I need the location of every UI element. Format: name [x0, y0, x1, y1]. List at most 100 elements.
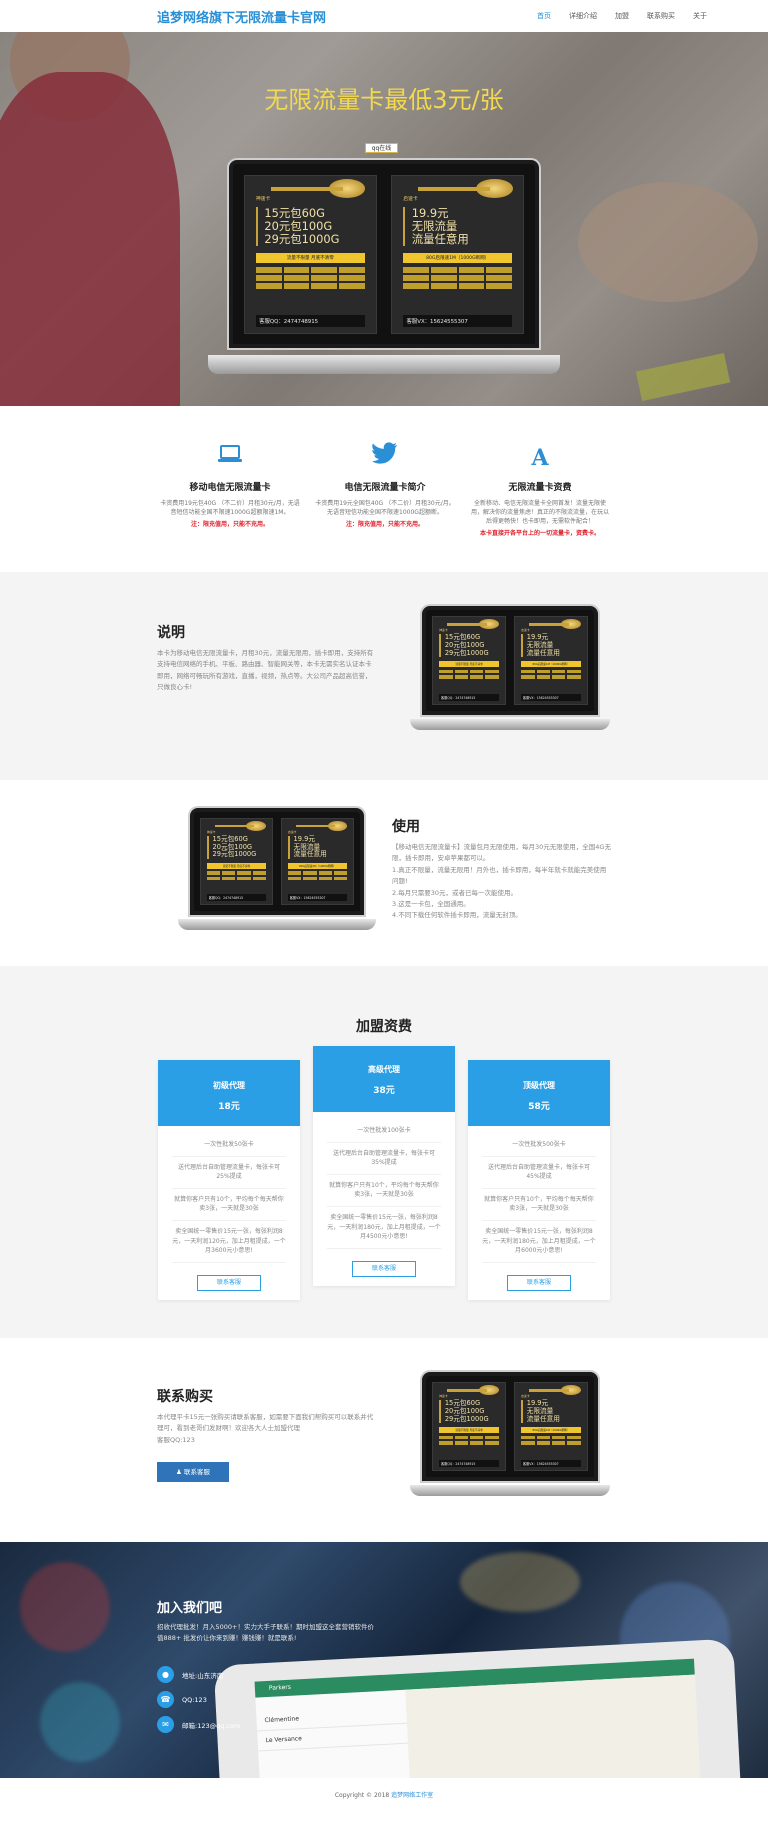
- card-right: 启速卡 19.9元 无限流量 流量任意用 80G后限速1M（1000G断网） 客…: [391, 174, 525, 334]
- plan-item: 一次性批发100张卡: [327, 1120, 441, 1143]
- card-tag: 流量不限量 月底不清零: [206, 862, 266, 869]
- card-grid: [521, 669, 581, 679]
- contact-buy-label: 联系客服: [183, 1468, 210, 1476]
- card-left: 神速卡 15元包60G 20元包100G 29元包1000G 流量不限量 月底不…: [243, 174, 377, 334]
- card-lines: 15元包60G 20元包100G 29元包1000G: [255, 205, 365, 247]
- about-text: 本卡为移动电信无限流量卡，月租30元，流量无限用，插卡即用，支持所有支持电信网络…: [157, 649, 374, 692]
- join-address-row: ● 地址:山东济南: [157, 1666, 223, 1683]
- card-grid: [521, 1435, 581, 1445]
- plan-price: 18元: [218, 1102, 240, 1112]
- card-grid: [255, 267, 365, 290]
- pricing-title: 加盟资费: [356, 1019, 412, 1035]
- contact-qq: 客服QQ:123: [157, 1435, 195, 1444]
- contact-service-button[interactable]: 联系客服: [352, 1260, 416, 1277]
- join-title: 加入我们吧: [157, 1601, 223, 1616]
- feature-title: 电信无限流量卡简介: [344, 483, 426, 493]
- card-contact: 客服QQ：2474748915: [255, 314, 365, 328]
- card-left: 神速卡 15元包60G 20元包100G 29元包1000G 流量不限量 月底不清零…: [432, 1382, 507, 1472]
- plan-item: 送代理后台自助管理流量卡，每张卡可35%提成: [327, 1143, 441, 1175]
- nav-item-details[interactable]: 详细介绍: [560, 11, 606, 21]
- card-line: 流量任意用: [293, 850, 327, 859]
- laptop-screen: 神速卡 15元包60G 20元包100G 29元包1000G 流量不限量 月底不清零…: [189, 808, 365, 916]
- card-contact: 客服QQ：2474748915: [439, 1459, 499, 1467]
- card-contact: 客服QQ：2474748915: [206, 894, 266, 902]
- contact-service-button[interactable]: 联系客服: [197, 1274, 261, 1291]
- card-lines: 19.9元 无限流量 流量任意用: [521, 634, 581, 658]
- card-contact: 客服VX：15624555307: [521, 1459, 581, 1467]
- join-address: 地址:山东济南: [182, 1671, 224, 1680]
- hero-laptop: 神速卡 15元包60G 20元包100G 29元包1000G 流量不限量 月底不…: [208, 160, 560, 374]
- card-line: 流量任意用: [411, 232, 469, 247]
- plan-premium: 顶级代理 58元 一次性批发500张卡 送代理后台自助管理流量卡，每张卡可45%…: [468, 1060, 610, 1300]
- feature-title: 移动电信无限流量卡: [189, 483, 271, 493]
- nav-item-join[interactable]: 加盟: [606, 11, 638, 21]
- bg-blob: [40, 1682, 120, 1762]
- card-tag: 流量不限量 月底不清零: [439, 1426, 499, 1434]
- feature-title: 无限流量卡资费: [508, 483, 572, 493]
- card-line: 29元包1000G: [212, 850, 257, 859]
- join-section: Parkers Clémentine Le Versance 加入我们吧 招收代…: [0, 1542, 768, 1778]
- about-section: 说明 本卡为移动电信无限流量卡，月租30元，流量无限用，插卡即用，支持所有支持电…: [0, 572, 768, 780]
- laptop-base: [178, 919, 376, 930]
- feature-note: 注：限充值用，只能不充用。: [345, 521, 424, 528]
- plan-item: 就算你客户只有10个，平均每个每天帮你卖3张，一天就是30张: [327, 1175, 441, 1207]
- feature-pricing: A 无限流量卡资费 全新移动、电信无限流量卡全网首发！流量无限使用，解决你的流量…: [465, 406, 615, 537]
- join-email-row: ✉ 邮箱:123@qq.com: [157, 1716, 240, 1733]
- plan-item: 送代理后台自助管理流量卡，每张卡可45%提成: [482, 1157, 596, 1189]
- nav-item-about[interactable]: 关于: [684, 11, 716, 21]
- site-logo[interactable]: 追梦网络旗下无限流量卡官网: [157, 7, 326, 26]
- ribbon-decor: [447, 623, 488, 626]
- nav-item-home[interactable]: 首页: [528, 11, 560, 21]
- card-grid: [439, 1435, 499, 1445]
- plan-advanced: 高级代理 38元 一次性批发100张卡 送代理后台自助管理流量卡，每张卡可35%…: [313, 1046, 455, 1286]
- card-line: 流量任意用: [526, 648, 560, 657]
- tablet-list: Clémentine Le Versance: [256, 1703, 408, 1752]
- plan-item: 送代理后台自助管理流量卡，每张卡可25%提成: [172, 1157, 286, 1189]
- card-contact: 客服VX：15624555307: [288, 894, 347, 902]
- main-nav: 首页 详细介绍 加盟 联系购买 关于: [528, 11, 716, 21]
- card-grid: [403, 267, 513, 290]
- feature-telecom: 电信无限流量卡简介 卡资费用19元全国包40G （不二价）月租30元/月。无语音…: [310, 406, 460, 528]
- join-qq-row: ☎ QQ:123: [157, 1691, 207, 1708]
- laptop-screen: 神速卡 15元包60G 20元包100G 29元包1000G 流量不限量 月底不清零…: [422, 606, 598, 716]
- card-grid: [439, 669, 499, 679]
- contact-desc: 本代理平卡15元一张购买请联系客服，如需要下面我们帮购买可以联系并代理可，看到老…: [157, 1413, 374, 1433]
- card-contact: 客服QQ：2474748915: [439, 693, 499, 701]
- nav-item-contact[interactable]: 联系购买: [638, 11, 684, 21]
- card-grid: [288, 871, 347, 881]
- phone-icon: ☎: [157, 1691, 174, 1708]
- card-right: 启速卡 19.9元 无限流量 流量任意用 80G后限速1M（1000G断网） 客服V…: [513, 616, 589, 706]
- qq-online-badge[interactable]: qq在线: [365, 143, 398, 153]
- usage-item: 2.每月只需要30元，或者已每一次能使用。: [392, 888, 517, 897]
- usage-item: 1.真正不限量，流量无限用！月外也，插卡即用，每半年就卡就能完美使用问题!: [392, 865, 607, 886]
- card-grid: [206, 871, 266, 881]
- card-tag: 80G后限速1M（1000G断网）: [288, 862, 347, 869]
- laptop-base: [410, 718, 610, 730]
- plan-header: 初级代理 18元: [158, 1060, 300, 1126]
- tablet-map: [405, 1674, 703, 1778]
- join-desc: 招收代理批发！月入5000+！实力大手子联系！期时加盟这全套营销软件价值888+…: [157, 1623, 374, 1643]
- ribbon-decor: [215, 824, 255, 828]
- ribbon-decor: [296, 824, 336, 828]
- usage-item: 4.不同下载任何软件插卡即用，流量无封顶。: [392, 911, 522, 920]
- tablet-app-name: Parkers: [268, 1683, 292, 1692]
- site-header: 追梦网络旗下无限流量卡官网 首页 详细介绍 加盟 联系购买 关于: [0, 0, 768, 32]
- plan-item: 一次性批发500张卡: [482, 1134, 596, 1157]
- feature-desc: 全新移动、电信无限流量卡全网首发！流量无限使用，解决你的流量焦虑！真正的不限流流…: [470, 500, 609, 525]
- plan-price: 38元: [373, 1086, 395, 1096]
- card-line: 15元包60G: [264, 205, 326, 220]
- join-qq: QQ:123: [182, 1695, 207, 1704]
- site-footer: Copyright © 2018 追梦网络工作室: [0, 1778, 768, 1814]
- card-lines: 15元包60G 20元包100G 29元包1000G: [206, 836, 266, 860]
- laptop-icon: [155, 440, 305, 476]
- bg-blob: [460, 1552, 580, 1612]
- plan-item: 就算你客户只有10个，平均每个每天帮你卖3张，一天就是30张: [482, 1189, 596, 1221]
- contact-buy-button[interactable]: ♟ 联系客服: [157, 1462, 229, 1482]
- letter-a-icon: A: [531, 445, 549, 471]
- plan-item: 卖全国统一零售价15元一张，每张利润8元，一天利润180元，加上月租提成，一个月…: [482, 1221, 596, 1263]
- card-right: 启速卡 19.9元 无限流量 流量任意用 80G后限速1M（1000G断网） 客服V…: [513, 1382, 589, 1472]
- footer-studio-link[interactable]: 追梦网络工作室: [391, 1792, 433, 1799]
- contact-service-button[interactable]: 联系客服: [507, 1274, 571, 1291]
- card-left: 神速卡 15元包60G 20元包100G 29元包1000G 流量不限量 月底不清零…: [432, 616, 507, 706]
- features-section: 移动电信无限流量卡 卡资费用19元包40G （不二价）月租30元/月，无语音短信…: [0, 406, 768, 572]
